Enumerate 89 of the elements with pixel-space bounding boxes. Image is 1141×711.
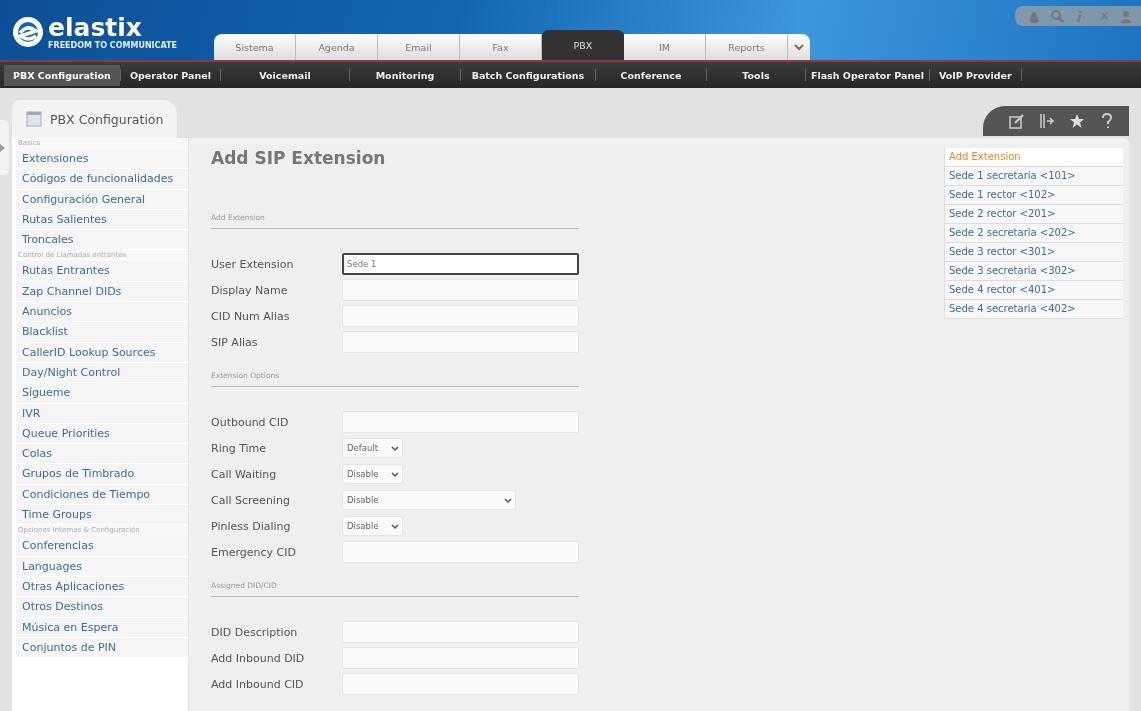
sidebar-item[interactable]: Otras Aplicaciones xyxy=(16,576,188,598)
submenu-link[interactable]: PBX Configuration xyxy=(4,64,120,86)
puzzle-icon xyxy=(1096,9,1110,23)
sidebar-item[interactable]: Troncales xyxy=(16,230,188,251)
menu-tab[interactable]: Email xyxy=(378,34,460,60)
help-icon xyxy=(1099,113,1115,129)
extension-link[interactable]: Sede 4 rector <401> xyxy=(945,281,1123,300)
submenu-link[interactable]: Batch Configurations xyxy=(460,64,595,86)
submenu-link[interactable]: Tools xyxy=(706,64,805,86)
field-label: SIP Alias xyxy=(211,335,259,349)
sidebar-item[interactable]: Sígueme xyxy=(16,383,188,404)
chevron-down-icon xyxy=(391,470,399,478)
dropdown[interactable]: Default xyxy=(342,438,403,458)
field-label: Pinless Dialing xyxy=(211,519,292,533)
menu-tab[interactable]: IM xyxy=(624,34,706,60)
extension-link[interactable]: Sede 3 secretaria <302> xyxy=(945,262,1123,281)
menu-tab[interactable]: PBX xyxy=(542,30,624,60)
extension-link[interactable]: Sede 1 rector <102> xyxy=(945,186,1123,205)
submenu-link[interactable]: Monitoring xyxy=(349,64,460,86)
sidebar-item[interactable]: Música en Espera xyxy=(16,617,188,638)
sidebar-item[interactable]: Condiciones de Tiempo xyxy=(16,484,188,506)
sidebar-item[interactable]: Colas xyxy=(16,444,188,465)
input-field[interactable]: Sede 1 xyxy=(342,253,579,275)
more-tabs-button[interactable] xyxy=(788,34,810,60)
drop-icon xyxy=(1027,9,1041,23)
logo-text: elastix xyxy=(48,14,142,41)
sidebar-item[interactable]: Anuncios xyxy=(16,302,188,323)
page-title: Add SIP Extension xyxy=(211,148,387,168)
sidebar-item[interactable]: Otros Destinos xyxy=(16,597,188,618)
sidebar-toggle[interactable] xyxy=(0,120,9,175)
extension-link[interactable]: Sede 2 secretaria <202> xyxy=(945,224,1123,243)
field-label: Add Inbound CID xyxy=(211,677,305,691)
user-icon xyxy=(1119,9,1133,23)
dropdown[interactable]: Disable xyxy=(342,490,516,510)
star-icon xyxy=(1069,113,1085,129)
dropdown[interactable]: Disable xyxy=(342,516,403,536)
sidebar-item[interactable]: Day/Night Control xyxy=(16,362,188,384)
field-label: Display Name xyxy=(211,283,289,297)
sidebar-item[interactable]: Zap Channel DIDs xyxy=(16,281,188,303)
module-tab[interactable]: PBX Configuration xyxy=(12,100,177,138)
extension-link[interactable]: Add Extension xyxy=(945,148,1123,167)
field-label: User Extension xyxy=(211,257,295,271)
extension-link[interactable]: Sede 1 secretaria <101> xyxy=(945,167,1123,186)
field-label: Outbound CID xyxy=(211,415,290,429)
sidebar-item[interactable]: Blacklist xyxy=(16,322,188,343)
field-label: Ring Time xyxy=(211,441,268,455)
sidebar-item[interactable]: Rutas Salientes xyxy=(16,209,188,231)
sidebar-item[interactable]: Códigos de funcionalidades xyxy=(16,169,188,190)
extension-link[interactable]: Sede 3 rector <301> xyxy=(945,243,1123,262)
submenu-link[interactable]: VoIP Provider xyxy=(929,64,1021,86)
menu-tab[interactable]: Sistema xyxy=(214,34,296,60)
chevron-down-icon xyxy=(391,522,399,530)
sidebar-item[interactable]: Grupos de Timbrado xyxy=(16,464,188,485)
field-label: Call Screening xyxy=(211,493,291,507)
sidebar-item[interactable]: Rutas Entrantes xyxy=(16,261,188,282)
chevron-down-icon xyxy=(793,42,805,52)
extension-link[interactable]: Sede 4 secretaria <402> xyxy=(945,300,1123,319)
field-label: Call Waiting xyxy=(211,467,278,481)
search-icon xyxy=(1050,9,1064,23)
chevron-down-icon xyxy=(504,496,512,504)
extension-link[interactable]: Sede 2 rector <201> xyxy=(945,205,1123,224)
sidebar-item[interactable]: Configuración General xyxy=(16,189,188,210)
menu-tab[interactable]: Agenda xyxy=(296,34,378,60)
field-label: Emergency CID xyxy=(211,545,297,559)
sidebar-item[interactable]: Conjuntos de PIN xyxy=(16,637,188,659)
dropdown[interactable]: Disable xyxy=(342,464,403,484)
field-label: Add Inbound DID xyxy=(211,651,306,665)
field-label: DID Description xyxy=(211,625,299,639)
submenu-link[interactable]: Operator Panel xyxy=(120,64,220,86)
edit-icon xyxy=(1009,113,1025,129)
sidebar-item[interactable]: Queue Priorities xyxy=(16,423,188,445)
submenu-link[interactable]: Flash Operator Panel xyxy=(805,64,929,86)
logo-icon xyxy=(12,16,44,48)
menu-tab[interactable]: Reports xyxy=(706,34,788,60)
submenu-link[interactable]: Voicemail xyxy=(220,64,349,86)
sidebar-item[interactable]: CallerID Lookup Sources xyxy=(16,342,188,363)
menu-tab[interactable]: Fax xyxy=(460,34,542,60)
window-icon xyxy=(26,111,42,127)
chevron-down-icon xyxy=(391,444,399,452)
sidebar-item[interactable]: Conferencias xyxy=(16,536,188,557)
triangle-right-icon xyxy=(0,143,5,152)
sidebar-item[interactable]: Time Groups xyxy=(16,505,188,526)
logo-tagline: FREEDOM TO COMMUNICATE xyxy=(48,40,177,50)
field-label: CID Num Alias xyxy=(211,309,291,323)
submenu-link[interactable]: Conference xyxy=(595,64,706,86)
sidebar-item[interactable]: Extensiones xyxy=(16,149,188,170)
sidebar-item[interactable]: IVR xyxy=(16,403,188,424)
sidebar-item[interactable]: Languages xyxy=(16,556,188,577)
column-arrow-icon xyxy=(1039,113,1055,129)
